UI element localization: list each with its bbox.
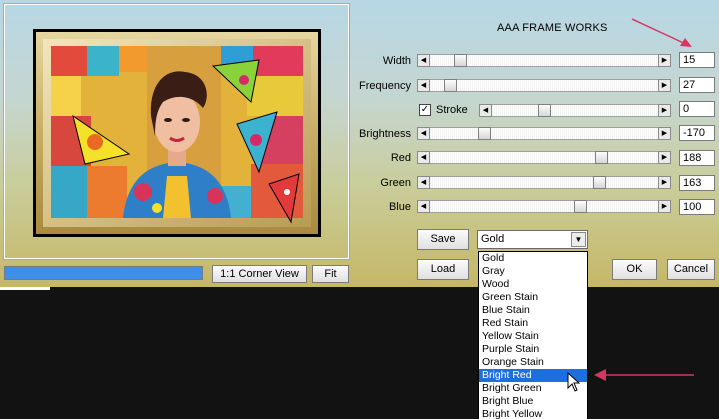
frequency-slider[interactable]: ◀ ▶ (417, 79, 671, 92)
arrow-right-icon[interactable]: ▶ (658, 104, 671, 117)
preview-image (33, 29, 321, 237)
blue-slider-thumb[interactable] (574, 200, 587, 213)
annotation-arrow-icon (631, 18, 692, 47)
progress-fill (5, 267, 202, 279)
save-button[interactable]: Save (417, 229, 469, 250)
arrow-right-icon[interactable]: ▶ (658, 176, 671, 189)
arrow-right-icon[interactable]: ▶ (658, 151, 671, 164)
frequency-slider-thumb[interactable] (444, 79, 457, 92)
check-icon: ✓ (420, 104, 430, 115)
mouse-pointer-icon (567, 372, 581, 392)
corner-view-button[interactable]: 1:1 Corner View (212, 265, 307, 283)
preset-option[interactable]: Orange Stain (479, 356, 587, 369)
width-value-field[interactable]: 15 (679, 52, 715, 68)
fit-button[interactable]: Fit (312, 265, 349, 283)
arrow-right-icon[interactable]: ▶ (658, 79, 671, 92)
green-label: Green (380, 177, 411, 189)
stroke-checkbox[interactable]: ✓ (419, 104, 431, 116)
preset-selected-value: Gold (481, 233, 505, 245)
artwork (51, 46, 303, 224)
preset-select[interactable]: Gold ▼ (477, 230, 588, 249)
arrow-left-icon[interactable]: ◀ (417, 54, 430, 67)
green-slider[interactable]: ◀ ▶ (417, 176, 671, 189)
preset-option[interactable]: Yellow Stain (479, 330, 587, 343)
frequency-label: Frequency (359, 80, 411, 92)
arrow-left-icon[interactable]: ◀ (479, 104, 492, 117)
stroke-label: Stroke (436, 104, 468, 116)
cancel-button[interactable]: Cancel (667, 259, 715, 280)
brightness-label: Brightness (359, 128, 411, 140)
bottom-panel (0, 287, 719, 419)
red-value-field[interactable]: 188 (679, 150, 715, 166)
width-label: Width (382, 55, 411, 67)
arrow-left-icon[interactable]: ◀ (417, 127, 430, 140)
blue-label: Blue (388, 201, 411, 213)
chevron-down-icon[interactable]: ▼ (571, 232, 586, 247)
arrow-right-icon[interactable]: ▶ (658, 54, 671, 67)
width-slider-thumb[interactable] (454, 54, 467, 67)
preset-option[interactable]: Red Stain (479, 317, 587, 330)
preset-option[interactable]: Bright Blue (479, 395, 587, 408)
preset-option[interactable]: Bright Yellow (479, 408, 587, 419)
arrow-left-icon[interactable]: ◀ (417, 79, 430, 92)
preset-option[interactable]: Wood (479, 278, 587, 291)
preview-panel[interactable] (3, 3, 350, 260)
arrow-right-icon[interactable]: ▶ (658, 200, 671, 213)
preset-option[interactable]: Green Stain (479, 291, 587, 304)
preset-dropdown-list[interactable]: Gold Gray Wood Green Stain Blue Stain Re… (478, 251, 588, 419)
arrow-right-icon[interactable]: ▶ (658, 127, 671, 140)
brightness-value-field[interactable]: -170 (679, 125, 715, 141)
green-slider-thumb[interactable] (593, 176, 606, 189)
red-slider-thumb[interactable] (595, 151, 608, 164)
ok-button[interactable]: OK (612, 259, 657, 280)
blue-value-field[interactable]: 100 (679, 199, 715, 215)
arrow-left-icon[interactable]: ◀ (417, 176, 430, 189)
dialog-title: AAA FRAME WORKS (497, 22, 608, 34)
preset-option[interactable]: Purple Stain (479, 343, 587, 356)
preset-option[interactable]: Blue Stain (479, 304, 587, 317)
brightness-slider[interactable]: ◀ ▶ (417, 127, 671, 140)
progress-bar (4, 266, 203, 280)
frequency-value-field[interactable]: 27 (679, 77, 715, 93)
preset-option[interactable]: Gray (479, 265, 587, 278)
width-slider[interactable]: ◀ ▶ (417, 54, 671, 67)
stroke-slider[interactable]: ◀ ▶ (479, 104, 671, 117)
arrow-left-icon[interactable]: ◀ (417, 200, 430, 213)
brightness-slider-thumb[interactable] (478, 127, 491, 140)
blue-slider[interactable]: ◀ ▶ (417, 200, 671, 213)
stroke-value-field[interactable]: 0 (679, 101, 715, 117)
bottom-tab (0, 287, 50, 290)
stroke-slider-thumb[interactable] (538, 104, 551, 117)
green-value-field[interactable]: 163 (679, 175, 715, 191)
filter-dialog: AAA FRAME WORKS Width ◀ ▶ 15 Frequency ◀… (0, 0, 719, 287)
preset-option[interactable]: Gold (479, 252, 587, 265)
red-label: Red (390, 152, 411, 164)
arrow-left-icon[interactable]: ◀ (417, 151, 430, 164)
load-button[interactable]: Load (417, 259, 469, 280)
red-slider[interactable]: ◀ ▶ (417, 151, 671, 164)
annotation-arrow-icon (594, 369, 694, 381)
